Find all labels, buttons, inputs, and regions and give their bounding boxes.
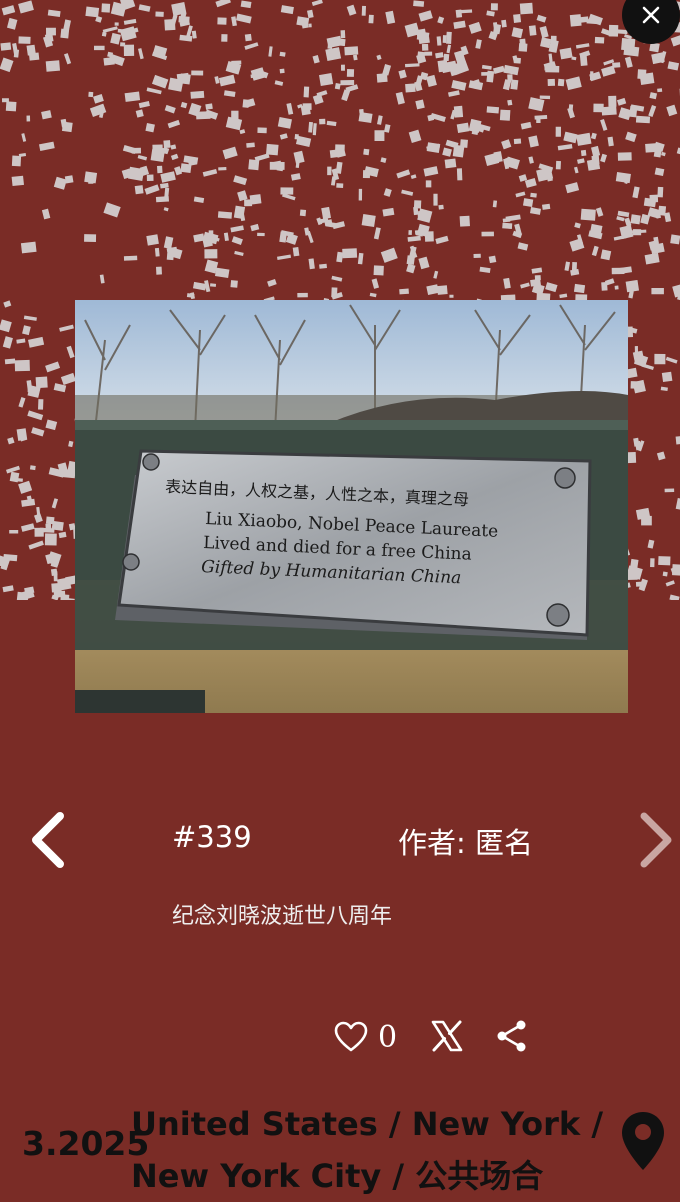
map-pin-button[interactable] xyxy=(620,1110,666,1176)
previous-button[interactable] xyxy=(26,810,68,870)
share-x-button[interactable] xyxy=(430,1019,464,1057)
like-button[interactable]: 0 xyxy=(334,1020,397,1055)
chevron-left-icon xyxy=(26,810,68,870)
post-caption: 纪念刘晓波逝世八周年 xyxy=(172,898,392,930)
share-button[interactable] xyxy=(496,1019,528,1057)
post-location[interactable]: United States / New York / New York City… xyxy=(131,1098,603,1202)
map-pin-icon xyxy=(620,1110,666,1172)
post-photo: 表达自由，人权之基，人性之本，真理之母 Liu Xiaobo, Nobel Pe… xyxy=(75,300,628,713)
close-icon xyxy=(642,6,660,24)
share-icon xyxy=(496,1019,528,1053)
chevron-right-icon xyxy=(636,810,678,870)
next-button[interactable] xyxy=(636,810,678,870)
post-actions: 0 xyxy=(334,1015,397,1059)
location-line-2: New York City / 公共场合 xyxy=(131,1150,603,1202)
heart-icon xyxy=(334,1021,368,1053)
like-count: 0 xyxy=(378,1020,397,1055)
x-logo-icon xyxy=(430,1019,464,1053)
post-author: 作者: 匿名 xyxy=(398,820,533,862)
location-line-1: United States / New York / xyxy=(131,1098,603,1150)
post-id: #339 xyxy=(172,820,252,854)
